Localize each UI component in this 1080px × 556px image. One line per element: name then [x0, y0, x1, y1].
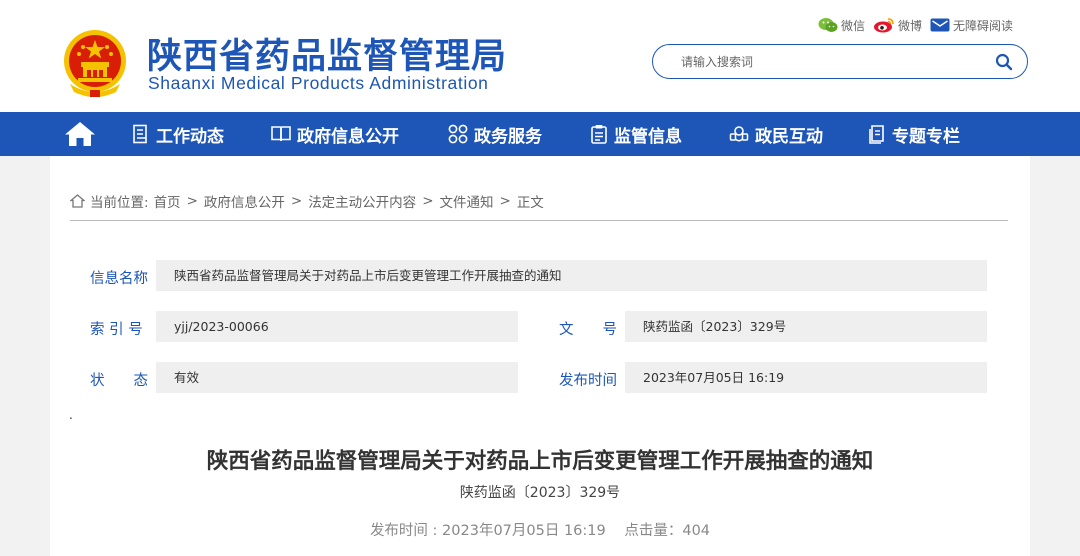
publish-date-value: 2023年07月05日 16:19	[625, 362, 987, 393]
interaction-icon	[729, 126, 749, 142]
folder-icon	[869, 125, 884, 144]
nav-item-interaction[interactable]: 政民互动	[729, 112, 823, 156]
site-title-chinese: 陕西省药品监督管理局	[147, 37, 508, 77]
top-links: 微信 微博 无障碍阅读	[818, 15, 1021, 35]
status-label: 状 态	[90, 373, 148, 389]
article-publish-time: 发布时间 : 2023年07月05日 16:19	[369, 523, 606, 539]
breadcrumb-statutory[interactable]: 法定主动公开内容	[308, 191, 416, 211]
search-box	[652, 44, 1028, 79]
home-outline-icon	[70, 194, 85, 208]
article-card: 当前位置: 首页 > 政府信息公开 > 法定主动公开内容 > 文件通知 > 正文…	[50, 156, 1030, 556]
nav-label: 政务服务	[474, 126, 542, 147]
clipboard-icon	[591, 125, 607, 144]
wechat-link[interactable]: 微信	[818, 17, 865, 34]
weibo-icon	[874, 18, 894, 33]
breadcrumb-divider	[70, 220, 1008, 221]
breadcrumb-prefix: 当前位置:	[90, 195, 149, 211]
index-value: yjj/2023-00066	[156, 311, 518, 342]
nav-item-gov-info[interactable]: 政府信息公开	[271, 112, 399, 156]
nav-item-work-news[interactable]: 工作动态	[132, 112, 224, 156]
search-input[interactable]	[681, 53, 981, 71]
weibo-link[interactable]: 微博	[873, 17, 922, 34]
home-icon[interactable]	[64, 121, 96, 147]
main-nav: 工作动态 政府信息公开 政务服务 监管信息 政民互动 专题专栏	[0, 112, 1080, 156]
doc-number-value: 陕药监函〔2023〕329号	[625, 311, 987, 342]
info-name-value: 陕西省药品监督管理局关于对药品上市后变更管理工作开展抽查的通知	[156, 260, 987, 291]
article-doc-number: 陕药监函〔2023〕329号	[459, 485, 621, 501]
national-emblem-icon	[64, 30, 126, 97]
accessibility-link[interactable]: 无障碍阅读	[930, 17, 1013, 34]
breadcrumb-separator: >	[499, 193, 511, 209]
accessibility-icon	[930, 18, 950, 32]
publish-date-label: 发布时间	[559, 373, 617, 389]
nav-item-supervision[interactable]: 监管信息	[590, 112, 682, 156]
grid-icon	[448, 124, 468, 144]
breadcrumb-current: 正文	[516, 195, 544, 211]
nav-label: 工作动态	[156, 126, 224, 147]
wechat-icon	[818, 18, 838, 32]
site-header: 陕西省药品监督管理局 Shaanxi Medical Products Admi…	[0, 0, 1080, 112]
nav-label: 监管信息	[614, 126, 682, 147]
nav-item-gov-services[interactable]: 政务服务	[448, 112, 542, 156]
article-title: 陕西省药品监督管理局关于对药品上市后变更管理工作开展抽查的通知	[206, 449, 874, 474]
document-list-icon	[133, 124, 147, 144]
breadcrumb-separator: >	[290, 193, 303, 209]
index-label: 索 引 号	[90, 322, 143, 338]
status-value: 有效	[156, 362, 518, 393]
nav-label: 专题专栏	[892, 126, 960, 147]
nav-label: 政府信息公开	[297, 126, 399, 147]
search-icon[interactable]	[995, 53, 1013, 71]
doc-number-label: 文 号	[559, 322, 617, 338]
book-icon	[271, 126, 291, 142]
stray-dot: .	[69, 408, 73, 422]
nav-label: 政民互动	[755, 126, 823, 147]
weibo-label: 微博	[898, 18, 923, 33]
breadcrumb-separator: >	[422, 193, 434, 209]
nav-item-special-topics[interactable]: 专题专栏	[868, 112, 960, 156]
breadcrumb: 当前位置: 首页 > 政府信息公开 > 法定主动公开内容 > 文件通知 > 正文	[70, 191, 544, 211]
info-name-label: 信息名称	[90, 271, 148, 287]
breadcrumb-separator: >	[186, 193, 198, 209]
article-info: 发布时间 : 2023年07月05日 16:19 点击量：404	[50, 519, 1030, 540]
breadcrumb-gov-info[interactable]: 政府信息公开	[204, 191, 285, 211]
article-click-count: 点击量：404	[624, 523, 711, 539]
site-title-english: Shaanxi Medical Products Administration	[148, 73, 489, 93]
breadcrumb-notices[interactable]: 文件通知	[440, 191, 494, 211]
accessibility-label: 无障碍阅读	[953, 18, 1014, 33]
breadcrumb-home[interactable]: 首页	[154, 191, 181, 211]
wechat-label: 微信	[841, 18, 866, 33]
